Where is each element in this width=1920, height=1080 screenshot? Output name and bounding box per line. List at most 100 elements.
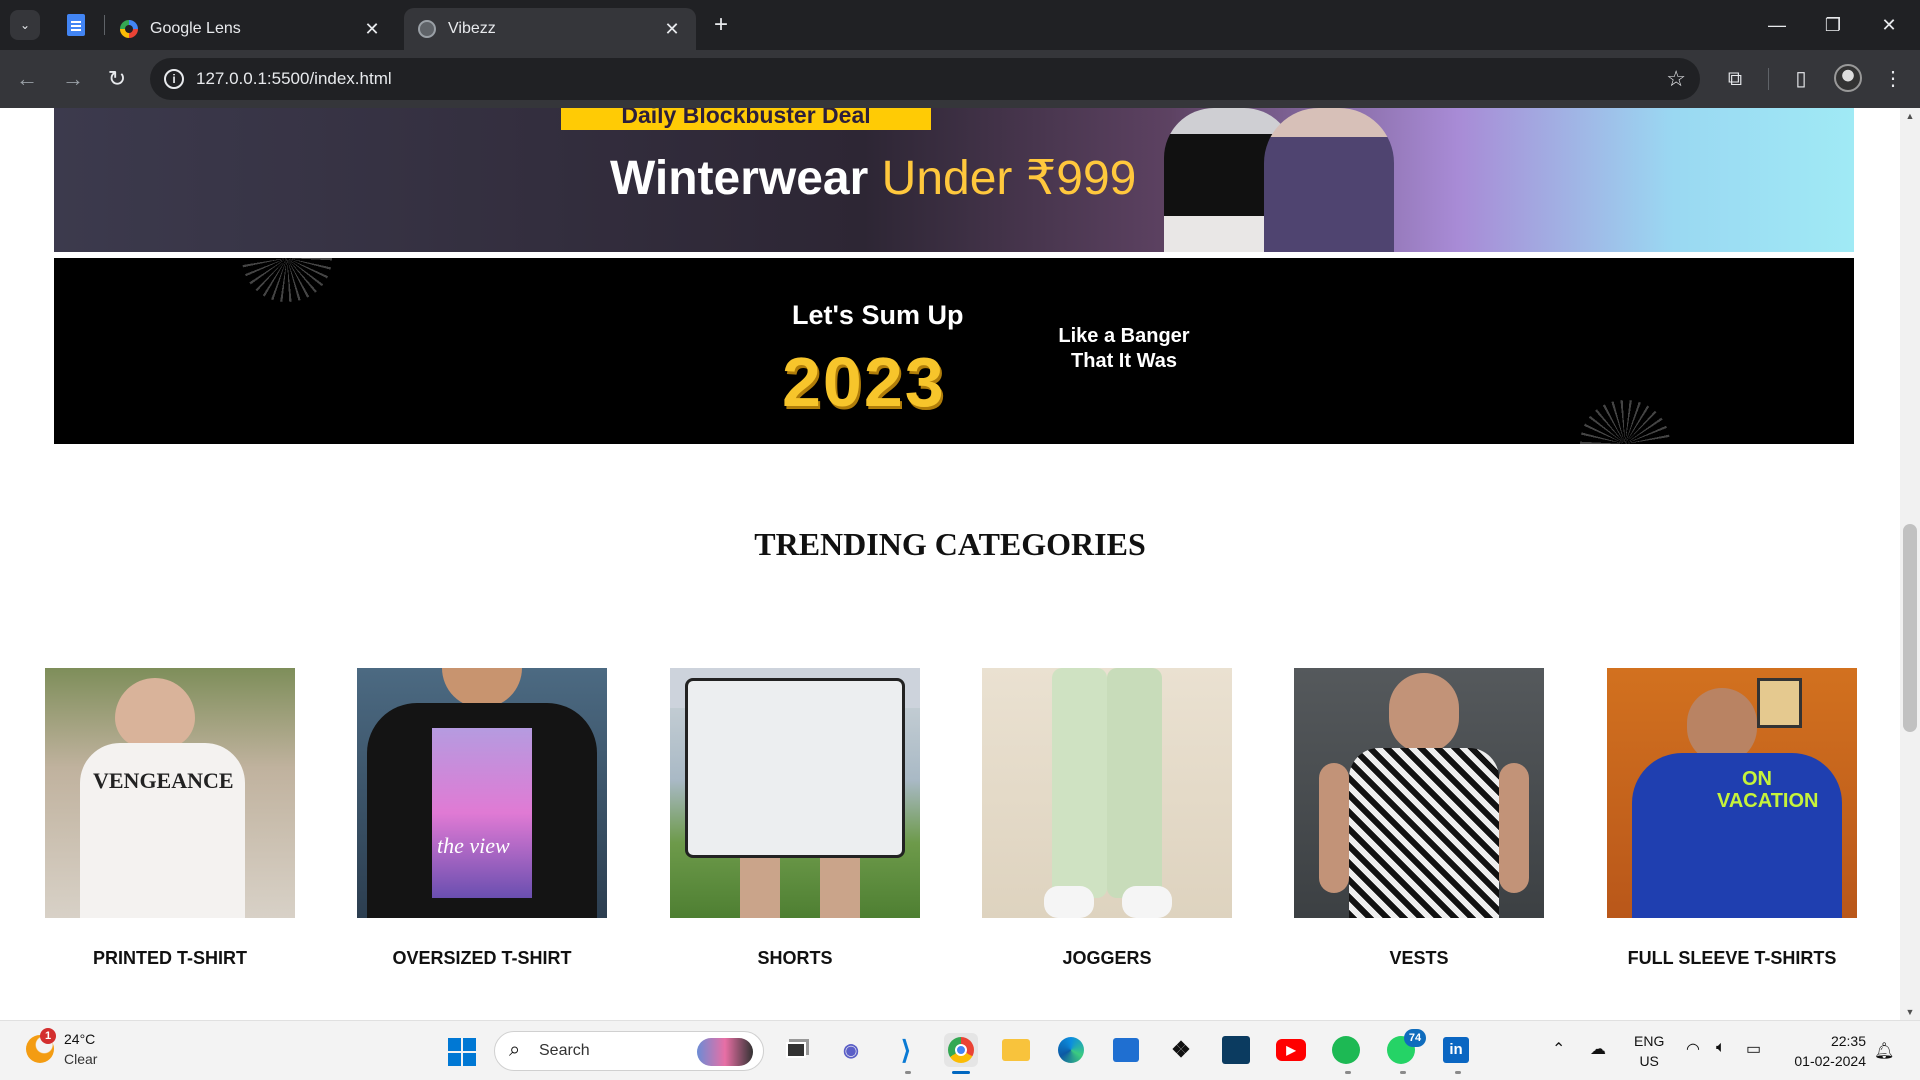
running-indicator	[1455, 1071, 1461, 1074]
reload-button[interactable]: ↻	[102, 64, 132, 94]
tab-close-icon[interactable]: ✕	[662, 19, 682, 40]
tagline-line: That It Was	[1071, 350, 1177, 372]
category-card[interactable]: SHORTS	[670, 668, 920, 969]
recap-tagline: Like a Banger That It Was	[1034, 324, 1214, 374]
category-image-shorts[interactable]	[670, 668, 920, 918]
model-image-purple-hoodie	[1264, 108, 1394, 252]
language-code: ENG	[1634, 1033, 1665, 1049]
browser-tab-bar: ⌄ Google Lens ✕ Vibezz ✕ + — ❐ ✕	[0, 0, 1920, 50]
recap-title: Let's Sum Up	[792, 300, 964, 330]
chrome-icon[interactable]	[944, 1033, 978, 1067]
store-icon[interactable]	[1109, 1033, 1143, 1067]
forward-button[interactable]: →	[58, 64, 88, 94]
chat-icon[interactable]: ◉	[834, 1033, 868, 1067]
edge-icon[interactable]	[1054, 1033, 1088, 1067]
category-label[interactable]: SHORTS	[670, 948, 920, 969]
new-tab-button[interactable]: +	[708, 12, 734, 38]
task-view-icon[interactable]	[779, 1033, 813, 1067]
category-image-full-sleeve[interactable]: ON VACATION	[1607, 668, 1857, 918]
tshirt-graphic-text: VENGEANCE	[93, 768, 234, 793]
category-label[interactable]: OVERSIZED T-SHIRT	[357, 948, 607, 969]
search-icon: ⌕	[509, 1039, 521, 1061]
windows-taskbar: 1 24°C Clear ⌕ Search ◉ ⟩ ❖ ▶ 74 in ⌃ ☁ …	[0, 1020, 1920, 1080]
running-indicator	[1400, 1071, 1406, 1074]
winterwear-banner[interactable]: Daily Blockbuster Deal Winterwear Under …	[54, 108, 1854, 252]
browser-menu-icon[interactable]: ⋮	[1878, 64, 1908, 94]
bookmark-star-icon[interactable]: ☆	[1666, 66, 1686, 92]
category-image-joggers[interactable]	[982, 668, 1232, 918]
extensions-icon[interactable]: ⧉	[1720, 64, 1750, 94]
volume-icon[interactable]: 🔈︎	[1716, 1039, 1726, 1057]
notification-bell-icon[interactable]: 🔔︎	[1874, 1041, 1894, 1061]
whatsapp-notification-badge: 74	[1404, 1029, 1426, 1047]
weather-temperature[interactable]: 24°C	[64, 1031, 95, 1047]
profile-avatar[interactable]	[1834, 64, 1862, 92]
terminal-icon[interactable]	[1219, 1033, 1253, 1067]
category-card[interactable]: JOGGERS	[982, 668, 1232, 969]
scroll-down-arrow[interactable]: ▼	[1900, 1004, 1920, 1020]
category-label[interactable]: FULL SLEEVE T-SHIRTS	[1607, 948, 1857, 969]
system-clock[interactable]: 22:35 01-02-2024	[1786, 1031, 1866, 1071]
scrollbar-thumb[interactable]	[1903, 524, 1917, 732]
category-card[interactable]: VESTS	[1294, 668, 1544, 969]
close-window-button[interactable]: ✕	[1866, 10, 1912, 40]
recap-year: 2023	[782, 343, 946, 421]
side-panel-icon[interactable]: ▯	[1786, 64, 1816, 94]
section-title: TRENDING CATEGORIES	[754, 526, 1146, 562]
weather-condition[interactable]: Clear	[64, 1051, 97, 1067]
restore-button[interactable]: ❐	[1810, 10, 1856, 40]
category-card[interactable]: the view OVERSIZED T-SHIRT	[357, 668, 607, 969]
search-highlight-graphic	[697, 1038, 753, 1066]
category-image-oversized-tshirt[interactable]: the view	[357, 668, 607, 918]
battery-icon[interactable]: ▭	[1746, 1039, 1761, 1059]
tab-search-button[interactable]: ⌄	[10, 10, 40, 40]
back-button[interactable]: ←	[12, 64, 42, 94]
chevron-up-icon[interactable]: ⌃	[1552, 1039, 1565, 1059]
weather-notification-badge: 1	[40, 1028, 56, 1044]
site-info-icon[interactable]: i	[164, 69, 184, 89]
taskbar-search[interactable]: ⌕ Search	[494, 1031, 764, 1071]
browser-toolbar: ← → ↻ i 127.0.0.1:5500/index.html ☆ ⧉ ▯ …	[0, 50, 1920, 108]
language-indicator[interactable]: ENG US	[1634, 1031, 1664, 1071]
category-label[interactable]: VESTS	[1294, 948, 1544, 969]
clock-date: 01-02-2024	[1794, 1053, 1866, 1069]
minimize-button[interactable]: —	[1754, 10, 1800, 40]
spotify-icon[interactable]	[1329, 1033, 1363, 1067]
category-label[interactable]: JOGGERS	[982, 948, 1232, 969]
pinned-tab-docs[interactable]	[56, 10, 96, 40]
firework-decoration	[242, 258, 332, 302]
category-label[interactable]: PRINTED T-SHIRT	[45, 948, 295, 969]
vscode-icon[interactable]: ⟩	[889, 1033, 923, 1067]
banner-headline: Winterwear Under ₹999	[610, 150, 1136, 206]
category-image-printed-tshirt[interactable]: VENGEANCE	[45, 668, 295, 918]
wifi-icon[interactable]: ◠	[1686, 1039, 1700, 1059]
category-image-vests[interactable]	[1294, 668, 1544, 918]
address-bar[interactable]: i 127.0.0.1:5500/index.html ☆	[150, 58, 1700, 100]
folder-icon[interactable]	[999, 1033, 1033, 1067]
headline-main: Winterwear	[610, 152, 869, 205]
category-card[interactable]: VENGEANCE PRINTED T-SHIRT	[45, 668, 295, 969]
youtube-icon[interactable]: ▶	[1274, 1033, 1308, 1067]
running-indicator	[905, 1071, 911, 1074]
region-code: US	[1639, 1053, 1659, 1069]
page-scrollbar[interactable]: ▲ ▼	[1900, 108, 1920, 1020]
year-recap-banner[interactable]: Let's Sum Up 2023 Like a Banger That It …	[54, 258, 1854, 444]
headline-highlight: Under ₹999	[881, 152, 1137, 205]
tab-google-lens[interactable]: Google Lens ✕	[106, 8, 396, 50]
windows-start-icon[interactable]	[448, 1038, 476, 1066]
tab-title: Google Lens	[150, 20, 241, 37]
active-app-indicator	[952, 1071, 970, 1074]
cloud-offline-icon[interactable]: ☁	[1590, 1039, 1606, 1059]
tab-title: Vibezz	[448, 20, 496, 37]
category-card[interactable]: ON VACATION FULL SLEEVE T-SHIRTS	[1607, 668, 1857, 969]
tab-close-icon[interactable]: ✕	[362, 19, 382, 40]
chevron-down-icon: ⌄	[19, 18, 31, 32]
tshirt-graphic-text: ON VACATION	[1717, 768, 1819, 812]
url-text[interactable]: 127.0.0.1:5500/index.html	[196, 69, 392, 89]
dropbox-icon[interactable]: ❖	[1164, 1033, 1198, 1067]
scroll-up-arrow[interactable]: ▲	[1900, 108, 1920, 124]
clock-time: 22:35	[1830, 1033, 1866, 1049]
deal-label: Daily Blockbuster Deal	[561, 108, 931, 130]
tab-vibezz[interactable]: Vibezz ✕	[404, 8, 696, 50]
linkedin-icon[interactable]: in	[1439, 1033, 1473, 1067]
